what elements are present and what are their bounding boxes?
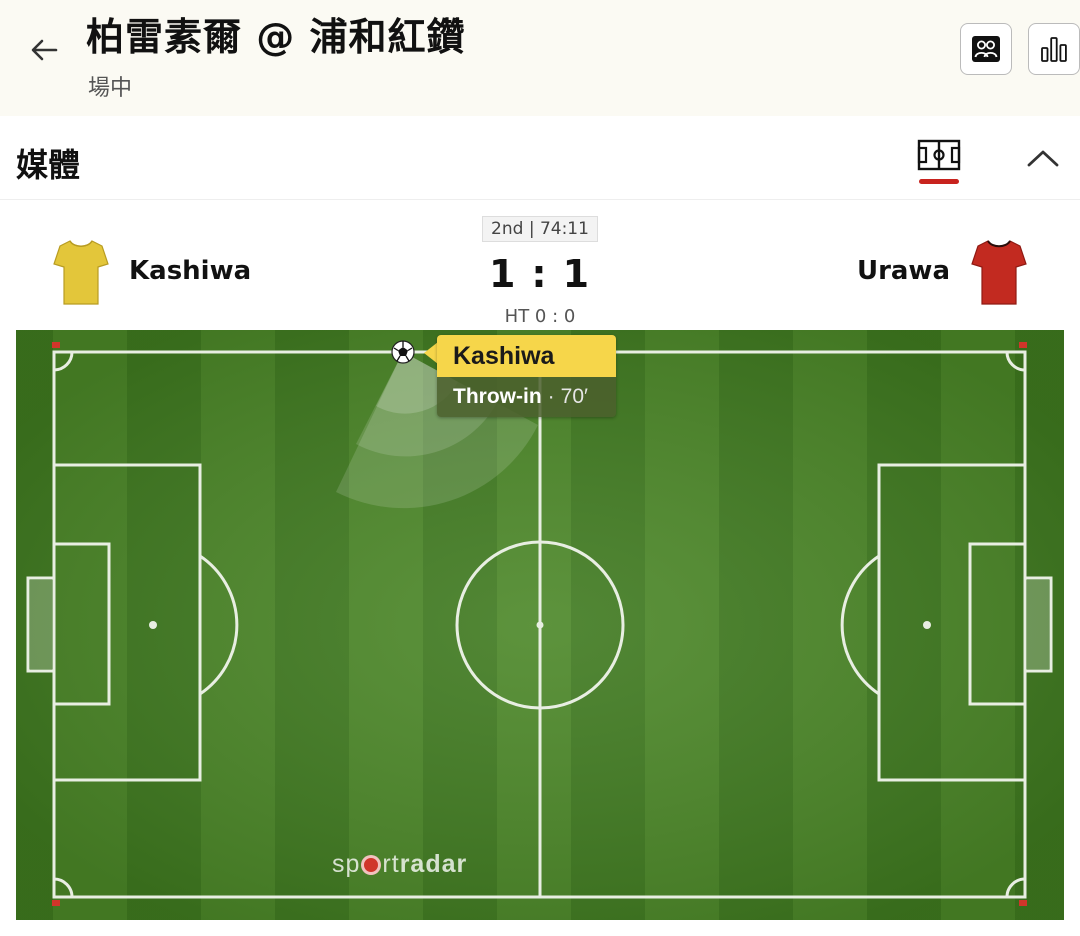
halftime-score: HT 0 : 0 xyxy=(504,306,576,327)
stats-button[interactable] xyxy=(1028,23,1080,75)
scoreboard: 2nd | 74:11 Kashiwa 1:1 HT 0 : 0 Urawa xyxy=(0,200,1080,330)
match-header: 柏雷素爾 @ 浦和紅鑽 場中 xyxy=(0,0,1080,116)
bar-chart-icon xyxy=(1041,37,1067,62)
ball-icon xyxy=(391,340,415,364)
event-type: Throw-in xyxy=(453,385,542,408)
page-title: 柏雷素爾 @ 浦和紅鑽 xyxy=(86,15,466,59)
away-jersey-icon xyxy=(971,240,1027,305)
event-separator: · xyxy=(547,385,555,408)
arrow-left-icon xyxy=(31,39,58,61)
back-button[interactable] xyxy=(24,30,64,70)
chevron-up-icon xyxy=(1027,150,1059,167)
collapse-button[interactable] xyxy=(1020,138,1066,178)
lineup-button[interactable] xyxy=(960,23,1012,75)
event-team: Kashiwa xyxy=(437,335,616,377)
lineup-icon xyxy=(972,36,1000,62)
sportradar-logo: sp rtradar xyxy=(332,850,467,879)
media-section-header: 媒體 xyxy=(0,116,1080,200)
brand-text-mid: rt xyxy=(382,850,400,878)
match-status: 場中 xyxy=(88,76,133,101)
score-separator: : xyxy=(531,252,549,296)
live-pitch xyxy=(16,330,1064,920)
brand-o-mark xyxy=(361,855,382,875)
match-clock: 2nd | 74:11 xyxy=(482,216,598,242)
home-jersey-icon xyxy=(53,240,109,305)
tooltip-pointer xyxy=(424,342,438,364)
home-team-name: Kashiwa xyxy=(129,256,252,286)
home-score: 1 xyxy=(488,252,518,296)
score: 1:1 xyxy=(440,252,640,296)
event-minute: 70′ xyxy=(560,385,588,408)
event-detail: Throw-in · 70′ xyxy=(437,377,616,417)
event-tooltip: Kashiwa Throw-in · 70′ xyxy=(437,335,616,417)
brand-text-bold: radar xyxy=(399,850,468,878)
away-team-name: Urawa xyxy=(856,256,950,286)
pitch-view-tab[interactable] xyxy=(916,138,962,184)
pitch-graphic xyxy=(16,330,1064,920)
media-title: 媒體 xyxy=(16,146,81,184)
active-tab-indicator xyxy=(919,179,959,184)
brand-text-start: sp xyxy=(332,850,361,878)
away-score: 1 xyxy=(562,252,592,296)
pitch-icon xyxy=(917,139,961,171)
